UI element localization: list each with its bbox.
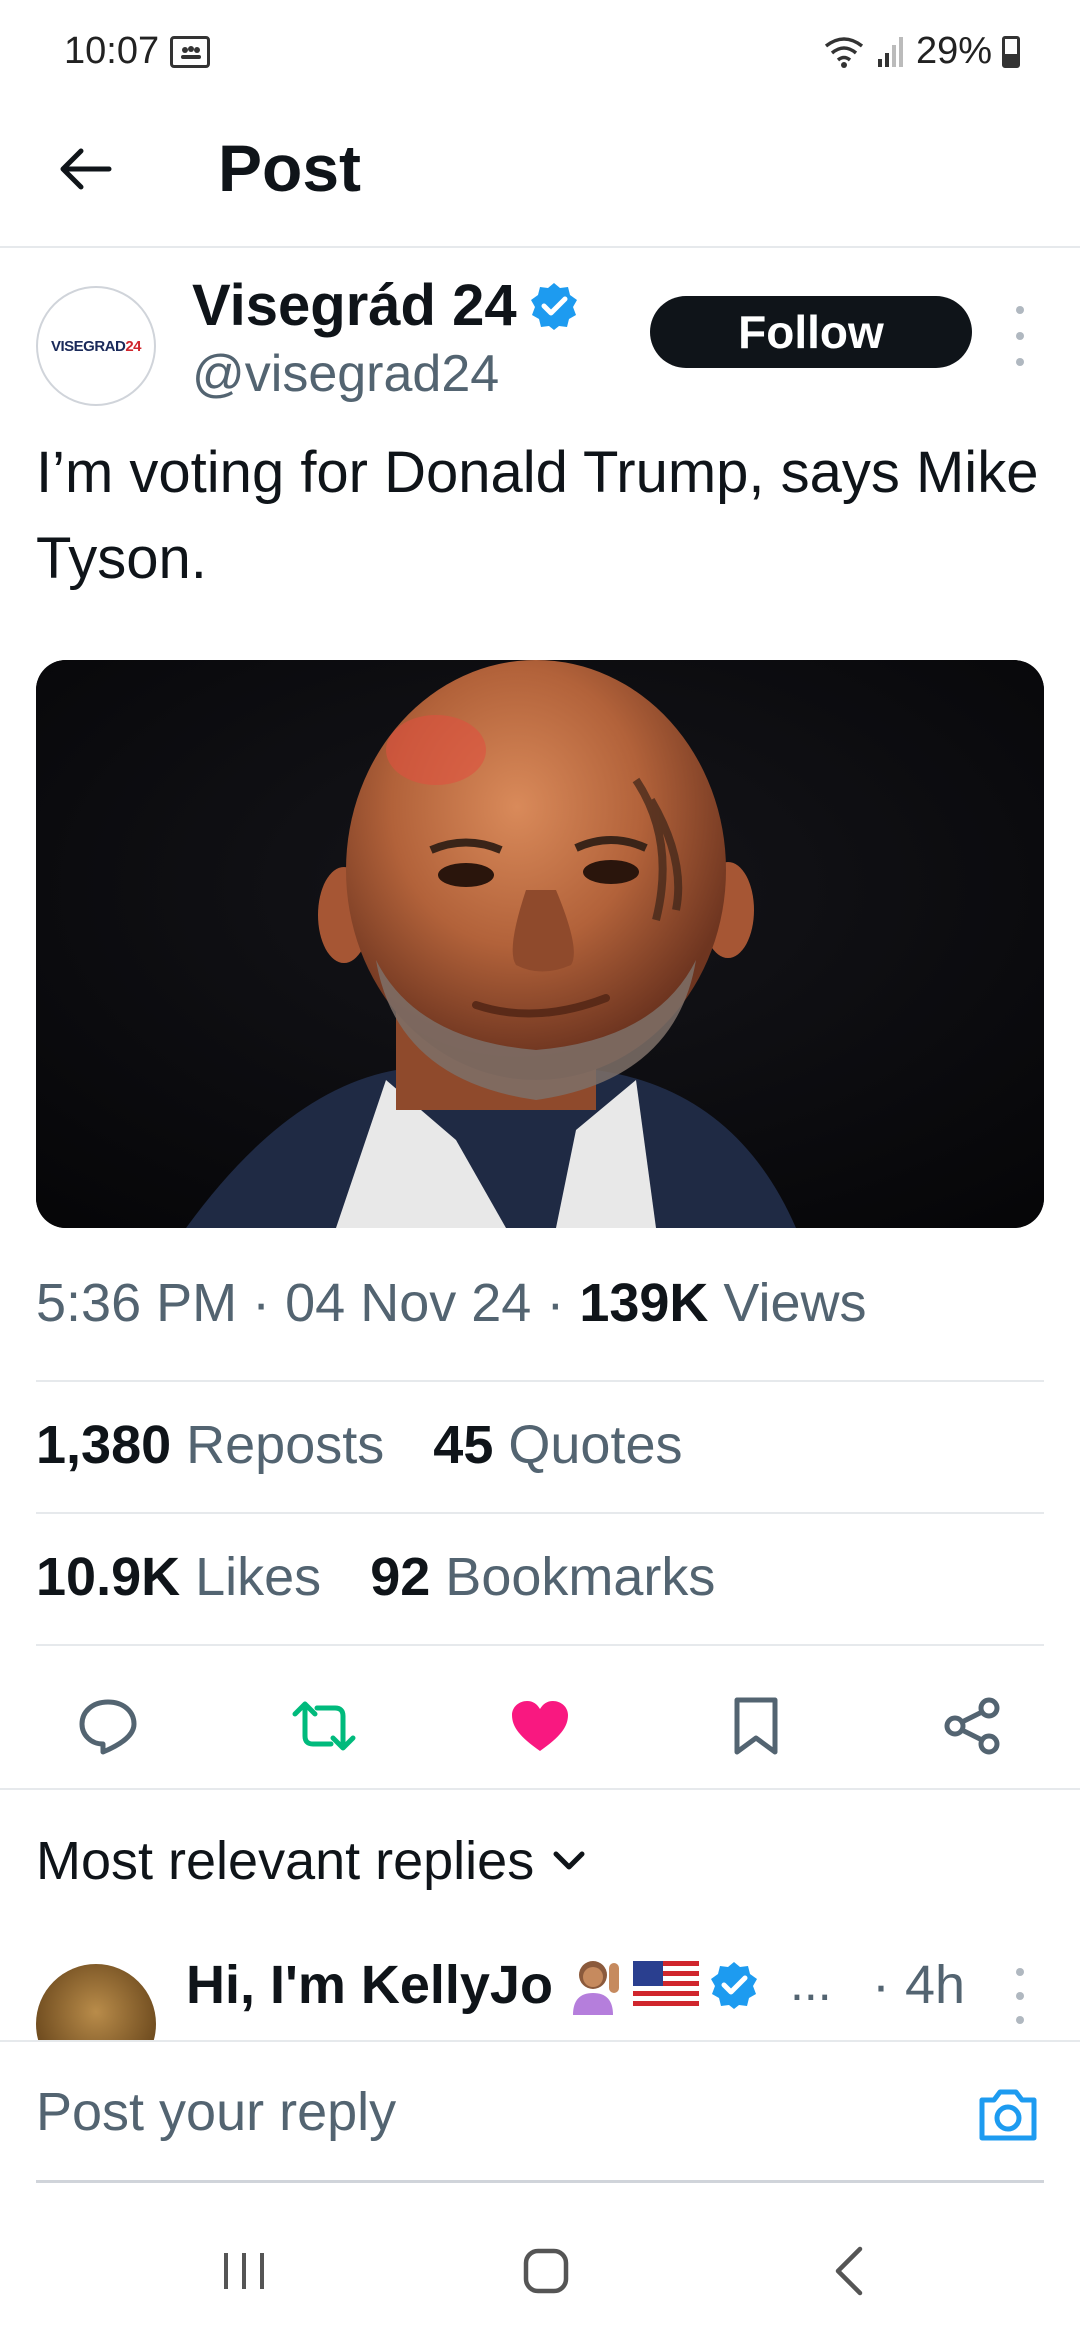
share-icon (944, 1697, 1000, 1755)
more-options-icon[interactable] (1008, 306, 1032, 366)
reply-time: · 4h (872, 1955, 966, 2015)
page-title: Post (218, 131, 362, 205)
section-divider (0, 1788, 1080, 1790)
battery-percent: 29% (915, 30, 992, 72)
share-button[interactable] (934, 1688, 1010, 1764)
replies-sort-label: Most relevant replies (36, 1831, 535, 1891)
heart-icon (512, 1701, 568, 1751)
post-author: VISEGRAD24 Visegrád 24 @visegrad24 Follo… (0, 250, 1080, 430)
top-app-bar: Post (0, 100, 1080, 248)
likes-stat[interactable]: 10.9K Likes (36, 1546, 321, 1608)
system-nav-bar (0, 2196, 1080, 2340)
battery-icon (1002, 35, 1020, 68)
reply-name-truncation: ... (790, 1955, 832, 2011)
camera-icon (979, 2089, 1037, 2141)
author-handle: @visegrad24 (192, 345, 500, 403)
recent-apps-button[interactable] (204, 2236, 284, 2306)
reply-more-options-icon[interactable] (1008, 1968, 1032, 2024)
composer-underline (36, 2180, 1044, 2183)
author-name-text: Visegrád 24 (192, 273, 517, 338)
reply-button[interactable] (70, 1688, 146, 1764)
chevron-left-icon (835, 2246, 863, 2296)
author-avatar[interactable]: VISEGRAD24 (36, 286, 156, 406)
verified-badge-icon (530, 282, 577, 330)
back-button[interactable] (50, 134, 120, 204)
avatar-logo-text: VISEGRAD24 (50, 337, 142, 355)
post-time: 5:36 PM (36, 1273, 238, 1333)
signal-icon (877, 36, 903, 67)
like-button[interactable] (502, 1688, 578, 1764)
bookmark-button[interactable] (718, 1688, 794, 1764)
divider (36, 1644, 1044, 1646)
camera-button[interactable] (976, 2086, 1040, 2146)
reply-input[interactable] (36, 2076, 936, 2148)
reply-composer (0, 2040, 1080, 2183)
reply-item[interactable]: Hi, I'm KellyJo ... · 4h (0, 1950, 1080, 2040)
post-photo (36, 660, 1044, 1228)
status-time: 10:07 (64, 30, 160, 72)
status-bar: 10:07 29% (0, 0, 1080, 100)
chevron-down-icon (553, 1851, 585, 1870)
post-text: I’m voting for Donald Trump, says Mike T… (36, 440, 1039, 591)
home-button[interactable] (506, 2236, 586, 2306)
reply-author-name[interactable]: Hi, I'm KellyJo (186, 1954, 759, 2016)
views-label: Views (723, 1273, 867, 1333)
divider (36, 1380, 1044, 1382)
arrow-left-icon (60, 148, 112, 190)
recent-apps-icon (224, 2253, 264, 2289)
post-meta: 5:36 PM · 04 Nov 24 · 139K Views (36, 1273, 867, 1333)
bookmark-icon (734, 1697, 778, 1755)
stats-row-likes: 10.9K Likes 92 Bookmarks (36, 1546, 749, 1608)
us-flag-emoji-icon (632, 1961, 699, 2009)
repost-button[interactable] (286, 1688, 362, 1764)
home-icon (523, 2248, 569, 2294)
post-actions (0, 1660, 1080, 1790)
repost-icon (292, 1701, 356, 1751)
raised-hand-emoji-icon (572, 1961, 619, 2015)
post-image[interactable] (36, 660, 1044, 1228)
notification-icon (170, 36, 210, 68)
replies-sort-dropdown[interactable]: Most relevant replies (36, 1830, 586, 1892)
stats-row-reposts: 1,380 Reposts 45 Quotes (36, 1414, 716, 1476)
views-count: 139K (579, 1273, 709, 1333)
status-indicators: 29% (822, 30, 1020, 73)
follow-button[interactable]: Follow (650, 296, 972, 368)
divider (36, 1512, 1044, 1514)
system-back-button[interactable] (808, 2236, 888, 2306)
author-name[interactable]: Visegrád 24 (192, 272, 579, 339)
quotes-stat[interactable]: 45 Quotes (433, 1414, 682, 1476)
wifi-icon (824, 36, 864, 68)
reposts-stat[interactable]: 1,380 Reposts (36, 1414, 384, 1476)
verified-badge-icon (710, 1962, 757, 2009)
reply-avatar[interactable] (36, 1964, 156, 2040)
bookmarks-stat[interactable]: 92 Bookmarks (370, 1546, 715, 1608)
post-date: 04 Nov 24 (285, 1273, 532, 1333)
reply-icon (79, 1699, 137, 1755)
